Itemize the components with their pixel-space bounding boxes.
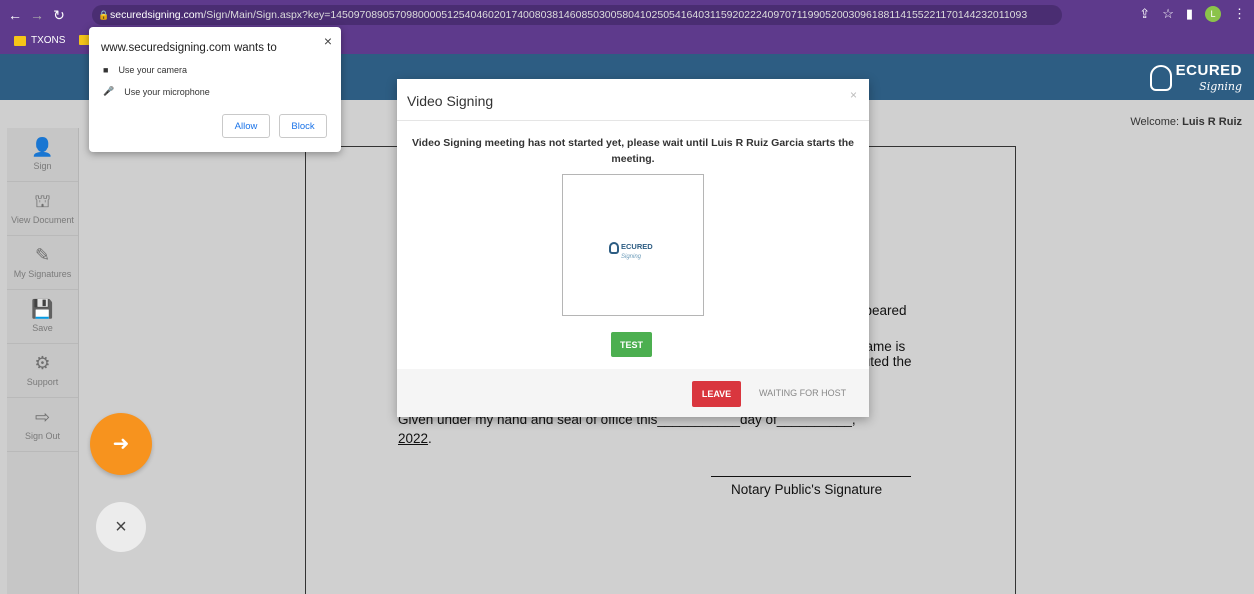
reload-icon[interactable]: ↻ [48,7,70,24]
sidebar-item-label: Support [26,377,59,387]
profile-avatar[interactable]: L [1205,6,1221,22]
block-button[interactable]: Block [279,114,327,138]
signature-caption: Notary Public's Signature [731,482,883,497]
permission-popup: www.securedsigning.com wants to × ■ Use … [89,27,341,152]
close-icon[interactable]: × [324,33,332,49]
permission-microphone: 🎤 Use your microphone [103,86,210,97]
sidebar-item-label: My Signatures [13,269,72,279]
microphone-label: Use your microphone [124,86,210,97]
address-bar[interactable]: 🔒 securedsigning.com/Sign/Main/Sign.aspx… [92,5,1062,25]
welcome-prefix: Welcome: [1130,116,1183,128]
test-button[interactable]: TEST [611,332,652,357]
modal-title: Video Signing [407,93,494,109]
microphone-icon: 🎤 [103,86,115,96]
browser-toolbar: ← → ↻ 🔒 securedsigning.com/Sign/Main/Sig… [0,0,1254,30]
camera-label: Use your camera [118,65,187,75]
sign-in-icon: ➜ [112,433,130,455]
sign-out-icon: ⇨ [34,407,51,427]
sidebar-item-support[interactable]: ⚙ Support [7,344,78,398]
modal-footer: LEAVE WAITING FOR HOST [397,369,869,417]
folder-icon [14,35,26,46]
video-logo-text: ECURED [621,242,653,251]
close-floating-button[interactable]: × [96,502,146,552]
permission-camera: ■ Use your camera [103,65,187,75]
sidebar: 👤 Sign ⛫ View Document ✎ My Signatures 💾… [7,128,79,594]
doc-year-suffix: . [428,431,432,446]
sidebar-item-label: Sign Out [24,431,61,441]
close-icon: × [115,516,127,538]
sidebar-item-sign[interactable]: 👤 Sign [7,128,78,182]
leave-button[interactable]: LEAVE [692,381,741,407]
sidebar-item-view-document[interactable]: ⛫ View Document [7,182,78,236]
sidebar-item-sign-out[interactable]: ⇨ Sign Out [7,398,78,452]
welcome-text: Welcome: Luis R Ruiz [1130,116,1242,128]
url-path: /Sign/Main/Sign.aspx?key=145097089057098… [203,9,1028,21]
video-logo-subtext: Signing [621,254,642,260]
sidebar-item-my-signatures[interactable]: ✎ My Signatures [7,236,78,290]
logo-lock-icon [1149,64,1172,91]
pencil-icon: ✎ [34,245,51,265]
sidebar-item-label: Sign [33,161,52,171]
signature-line [711,476,911,477]
camera-icon: ■ [103,65,109,75]
bookmark-txons[interactable]: TXONS [14,35,65,46]
binoculars-icon: ⛫ [34,191,51,211]
user-icon: 👤 [31,137,54,157]
sidepanel-icon[interactable]: ▮ [1186,6,1193,22]
back-icon[interactable]: ← [4,7,26,23]
video-preview: ECURED Signing [562,174,704,316]
share-icon[interactable]: ⇪ [1139,6,1150,22]
permission-title: www.securedsigning.com wants to [101,42,277,54]
gear-icon: ⚙ [34,353,51,373]
menu-icon[interactable]: ⋮ [1233,6,1246,22]
star-icon[interactable]: ☆ [1162,6,1174,22]
bookmark-label: TXONS [31,35,66,46]
logo-text: ECURED [1175,62,1242,79]
url-host: securedsigning.com [110,9,204,21]
logo-lock-icon [609,242,619,254]
logo-subtext: Signing [1199,80,1242,93]
secured-signing-logo[interactable]: ECURED Signing [1149,62,1242,93]
sidebar-item-label: Save [32,323,53,333]
video-signing-modal: Video Signing × Video Signing meeting ha… [397,79,869,417]
join-meeting-button[interactable]: ➜ [90,413,152,475]
modal-message: Video Signing meeting has not started ye… [411,137,855,165]
welcome-user: Luis R Ruiz [1182,116,1242,128]
modal-header: Video Signing × [397,79,869,121]
allow-button[interactable]: Allow [222,114,270,138]
sidebar-item-label: View Document [11,215,74,225]
waiting-status: WAITING FOR HOST [759,388,847,398]
forward-icon[interactable]: → [26,7,48,23]
close-icon[interactable]: × [850,88,857,102]
sidebar-item-save[interactable]: 💾 Save [7,290,78,344]
video-logo: ECURED Signing [609,236,653,260]
doc-year: 2022 [398,431,429,446]
doc-line-year: 2022. [398,431,432,446]
lock-icon[interactable]: 🔒 [98,5,109,25]
floppy-icon: 💾 [31,299,54,319]
